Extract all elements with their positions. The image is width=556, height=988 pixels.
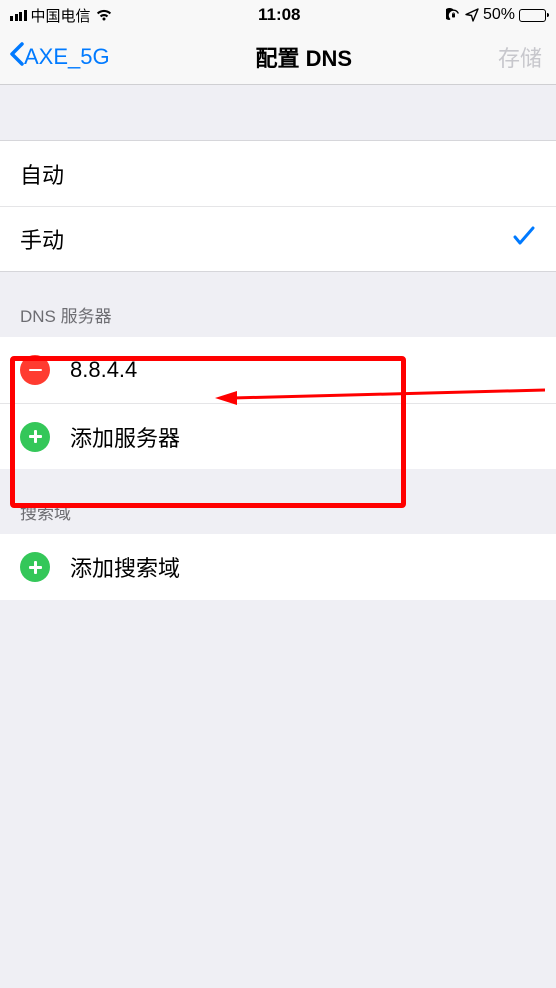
mode-manual-label: 手动 — [20, 223, 64, 255]
mode-manual-row[interactable]: 手动 — [0, 206, 556, 272]
status-bar: 中国电信 11:08 50% — [0, 0, 556, 30]
battery-icon — [519, 9, 546, 22]
dns-servers-group: 8.8.4.4 添加服务器 — [0, 337, 556, 469]
status-left: 中国电信 — [10, 5, 113, 26]
mode-auto-label: 自动 — [20, 158, 64, 190]
dns-section-header: DNS 服务器 — [0, 272, 556, 337]
location-icon — [465, 8, 479, 22]
chevron-left-icon — [8, 41, 24, 73]
carrier-label: 中国电信 — [31, 5, 91, 26]
rotation-lock-icon — [446, 8, 461, 23]
dns-mode-group: 自动 手动 — [0, 140, 556, 272]
remove-button[interactable] — [20, 355, 50, 385]
search-domain-section-header: 搜索域 — [0, 469, 556, 534]
back-button[interactable]: AXE_5G — [8, 41, 110, 73]
page-title: 配置 DNS — [256, 41, 353, 73]
add-search-domain-row[interactable]: 添加搜索域 — [0, 534, 556, 600]
add-dns-server-label: 添加服务器 — [70, 421, 180, 453]
plus-icon — [29, 561, 42, 574]
battery-percent: 50% — [483, 6, 515, 24]
add-dns-server-row[interactable]: 添加服务器 — [0, 403, 556, 469]
search-domains-group: 添加搜索域 — [0, 534, 556, 600]
dns-server-value[interactable]: 8.8.4.4 — [70, 357, 137, 383]
plus-icon — [29, 430, 42, 443]
add-search-domain-label: 添加搜索域 — [70, 551, 180, 583]
status-time: 11:08 — [258, 5, 301, 25]
signal-icon — [10, 10, 27, 21]
back-label: AXE_5G — [24, 44, 110, 70]
status-right: 50% — [446, 6, 546, 24]
add-button[interactable] — [20, 552, 50, 582]
save-button[interactable]: 存储 — [498, 41, 548, 73]
checkmark-icon — [512, 225, 536, 253]
add-button[interactable] — [20, 422, 50, 452]
wifi-icon — [95, 8, 113, 22]
nav-bar: AXE_5G 配置 DNS 存储 — [0, 30, 556, 85]
minus-icon — [29, 369, 42, 372]
mode-auto-row[interactable]: 自动 — [0, 140, 556, 206]
dns-server-row[interactable]: 8.8.4.4 — [0, 337, 556, 403]
